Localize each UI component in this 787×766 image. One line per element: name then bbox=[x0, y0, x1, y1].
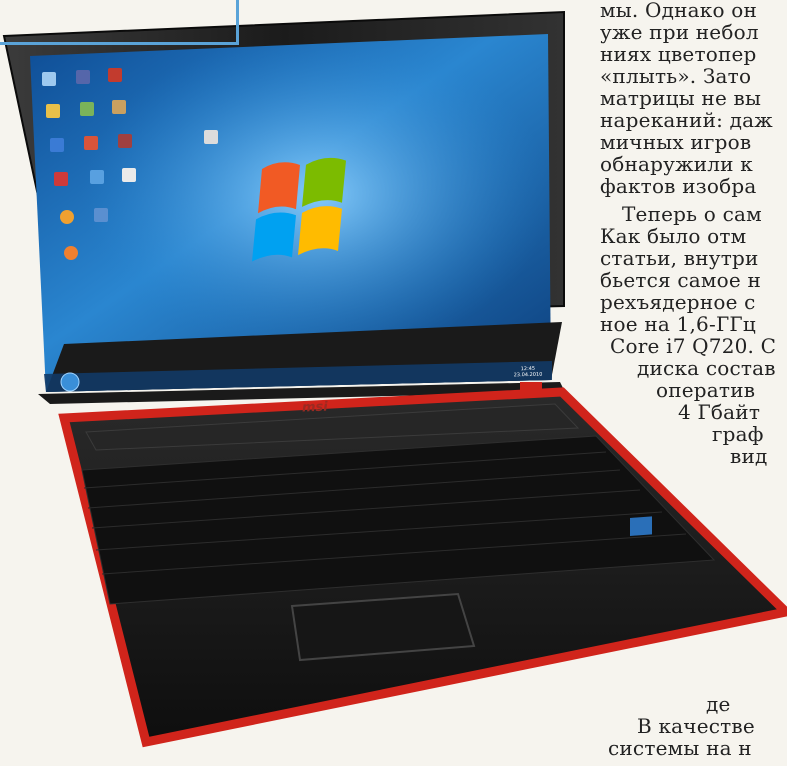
desktop-icon[interactable] bbox=[94, 208, 108, 222]
desktop-icon[interactable] bbox=[90, 170, 104, 184]
article-line: диска состав bbox=[637, 356, 776, 380]
desktop-icon[interactable] bbox=[204, 130, 218, 144]
taskbar-date: 23.04.2010 bbox=[513, 371, 543, 379]
article-line: Как было отм bbox=[600, 224, 747, 248]
brand-logo: msi bbox=[301, 399, 329, 416]
article-line: де bbox=[706, 692, 731, 716]
article-line: оператив bbox=[656, 378, 756, 402]
article-line: 4 Гбайт bbox=[678, 400, 761, 424]
article-line: ное на 1,6-ГГц bbox=[600, 312, 756, 336]
article-line: нареканий: даж bbox=[600, 108, 773, 132]
article-line: граф bbox=[712, 422, 764, 446]
desktop-icon[interactable] bbox=[54, 172, 68, 186]
article-line: рехъядерное с bbox=[600, 290, 756, 314]
article-line: статьи, внутри bbox=[600, 246, 759, 270]
desktop-icon[interactable] bbox=[46, 104, 60, 118]
article-line: В качестве bbox=[637, 714, 755, 738]
taskbar-clock[interactable]: 12:45 23.04.2010 bbox=[506, 365, 550, 380]
article-line: системы на н bbox=[608, 736, 752, 760]
desktop-icon[interactable] bbox=[50, 138, 64, 152]
desktop-icon[interactable] bbox=[42, 72, 56, 86]
article-line: матрицы не вы bbox=[600, 86, 762, 110]
article-line: Теперь о сам bbox=[622, 202, 762, 226]
article-line: «плыть». Зато bbox=[600, 64, 752, 88]
desktop-icon[interactable] bbox=[84, 136, 98, 150]
desktop-icon[interactable] bbox=[76, 70, 90, 84]
desktop-icon[interactable] bbox=[108, 68, 122, 82]
intel-sticker bbox=[630, 516, 652, 536]
desktop-icon[interactable] bbox=[80, 102, 94, 116]
desktop-icon[interactable] bbox=[112, 100, 126, 114]
desktop-icon[interactable] bbox=[60, 210, 74, 224]
article-line: бьется самое н bbox=[600, 268, 762, 292]
desktop-icon[interactable] bbox=[64, 246, 78, 260]
article-line: фактов изобра bbox=[600, 174, 757, 198]
article-line: ниях цветопер bbox=[600, 42, 757, 66]
desktop-icon[interactable] bbox=[122, 168, 136, 182]
article-line: обнаружили к bbox=[600, 152, 753, 176]
article-line: уже при небол bbox=[600, 20, 759, 44]
page-frame-corner bbox=[0, 0, 239, 45]
article-line: мичных игров bbox=[600, 130, 752, 154]
article-line: Core i7 Q720. С bbox=[610, 334, 777, 358]
article-line: вид bbox=[730, 444, 768, 468]
article-line: мы. Однако он bbox=[600, 0, 758, 22]
start-button bbox=[60, 372, 80, 392]
desktop-icon[interactable] bbox=[118, 134, 132, 148]
